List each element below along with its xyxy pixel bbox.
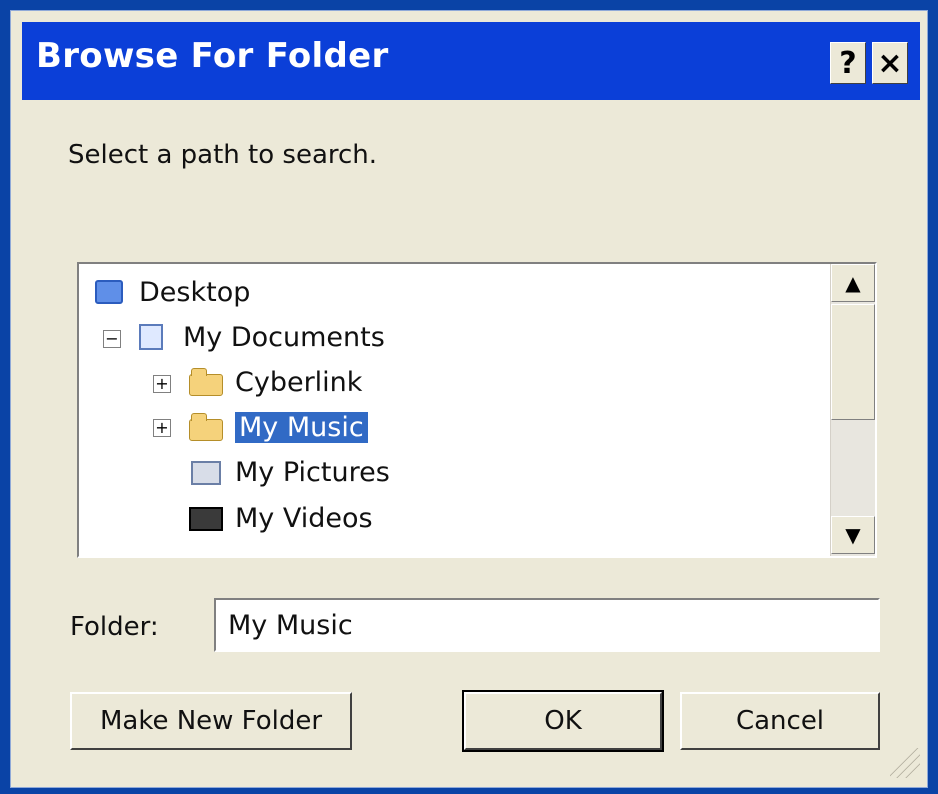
- tree-item-label: Cyberlink: [235, 366, 363, 398]
- scroll-up-button[interactable]: ▲: [831, 264, 875, 302]
- tree-item-my-videos[interactable]: My Videos: [187, 500, 373, 536]
- folder-label: Folder:: [70, 612, 159, 642]
- cancel-button[interactable]: Cancel: [680, 692, 880, 750]
- prompt-text: Select a path to search.: [68, 140, 378, 170]
- videos-icon: [187, 503, 225, 533]
- ok-button[interactable]: OK: [462, 690, 664, 752]
- desktop-icon: [91, 277, 129, 307]
- tree-item-my-pictures[interactable]: My Pictures: [187, 454, 390, 490]
- documents-icon: [135, 322, 173, 352]
- tree-item-my-music[interactable]: My Music: [187, 409, 368, 445]
- scroll-down-button[interactable]: ▼: [831, 516, 875, 554]
- tree-item-cyberlink[interactable]: Cyberlink: [187, 364, 362, 400]
- pictures-icon: [187, 457, 225, 487]
- vertical-scrollbar[interactable]: ▲ ▼: [830, 264, 875, 556]
- resize-grip[interactable]: [890, 748, 920, 778]
- folder-input[interactable]: [214, 598, 880, 652]
- help-button[interactable]: ?: [830, 42, 866, 84]
- window-title: Browse For Folder: [36, 36, 389, 76]
- tree-item-label: My Videos: [235, 502, 373, 534]
- tree-item-desktop[interactable]: Desktop: [91, 274, 250, 310]
- scroll-thumb[interactable]: [831, 304, 875, 420]
- expand-icon[interactable]: +: [153, 419, 171, 437]
- tree-item-label: My Pictures: [235, 456, 390, 488]
- collapse-icon[interactable]: −: [103, 330, 121, 348]
- close-button[interactable]: ×: [872, 42, 908, 84]
- title-bar[interactable]: Browse For Folder ? ×: [22, 22, 920, 100]
- make-new-folder-button[interactable]: Make New Folder: [70, 692, 352, 750]
- tree-item-label-selected: My Music: [235, 411, 368, 443]
- browse-folder-dialog: Browse For Folder ? × Select a path to s…: [0, 0, 938, 794]
- music-folder-icon: [187, 412, 225, 442]
- tree-item-label: My Documents: [183, 321, 385, 353]
- folder-tree[interactable]: Desktop − My Documents + Cyberlink + My …: [77, 262, 877, 558]
- expand-icon[interactable]: +: [153, 375, 171, 393]
- tree-item-label: Desktop: [139, 276, 251, 308]
- folder-icon: [187, 367, 225, 397]
- tree-item-my-documents[interactable]: My Documents: [135, 319, 385, 355]
